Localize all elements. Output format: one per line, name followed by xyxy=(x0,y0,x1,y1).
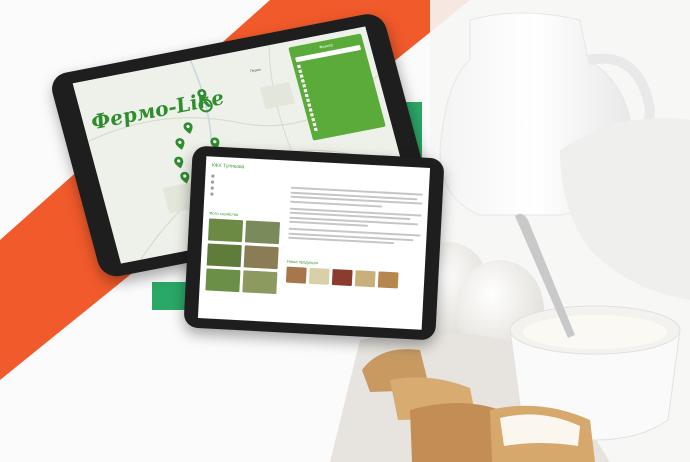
products-list xyxy=(285,266,399,290)
farm-tablet: КФХ Тупикова Фото хозяйства Наша продукц… xyxy=(183,145,445,341)
gallery-photo[interactable] xyxy=(243,245,279,270)
promo-scene: Фермо-Like Пермь Фильтр КФХ Тупикова Фот… xyxy=(0,0,690,462)
location-icon xyxy=(211,174,215,178)
gallery-photo[interactable] xyxy=(205,268,241,293)
photo-gallery xyxy=(205,218,281,295)
product-card[interactable] xyxy=(331,269,353,287)
checkbox[interactable] xyxy=(302,84,307,88)
person-icon xyxy=(210,186,214,190)
checkbox[interactable] xyxy=(299,74,304,78)
gallery-title: Фото хозяйства xyxy=(209,210,239,217)
farm-contacts xyxy=(210,174,281,203)
checkbox[interactable] xyxy=(307,103,312,107)
product-photo xyxy=(377,271,399,289)
checkbox[interactable] xyxy=(297,64,301,69)
checkbox[interactable] xyxy=(306,98,310,103)
farm-description xyxy=(288,186,423,248)
product-label xyxy=(378,288,398,289)
checkbox[interactable] xyxy=(313,127,318,132)
checkbox[interactable] xyxy=(298,69,303,74)
checkbox[interactable] xyxy=(308,108,313,112)
product-photo xyxy=(331,269,353,287)
checkbox[interactable] xyxy=(303,88,308,93)
product-card[interactable] xyxy=(377,271,399,289)
product-card[interactable] xyxy=(285,266,307,285)
gallery-photo[interactable] xyxy=(206,243,242,268)
contact-row[interactable] xyxy=(210,192,280,200)
checkbox[interactable] xyxy=(304,93,309,98)
gallery-photo[interactable] xyxy=(242,270,278,295)
product-photo xyxy=(285,266,307,284)
product-label xyxy=(286,284,306,285)
farm-name: КФХ Тупикова xyxy=(211,162,245,171)
checkbox[interactable] xyxy=(311,117,316,122)
product-card[interactable] xyxy=(308,267,330,286)
product-card[interactable] xyxy=(354,270,376,288)
product-label xyxy=(355,287,375,288)
products-title: Наша продукция xyxy=(286,258,319,266)
farm-screen[interactable]: КФХ Тупикова Фото хозяйства Наша продукц… xyxy=(197,156,431,330)
checkbox[interactable] xyxy=(301,79,305,83)
gallery-photo[interactable] xyxy=(244,220,281,245)
mail-icon xyxy=(210,192,214,196)
product-photo xyxy=(354,270,376,288)
gallery-photo[interactable] xyxy=(207,218,244,243)
phone-icon xyxy=(210,180,215,184)
product-label xyxy=(309,285,329,286)
product-photo xyxy=(308,267,330,285)
checkbox[interactable] xyxy=(310,113,314,117)
checkbox[interactable] xyxy=(312,122,317,127)
product-label xyxy=(332,286,352,287)
